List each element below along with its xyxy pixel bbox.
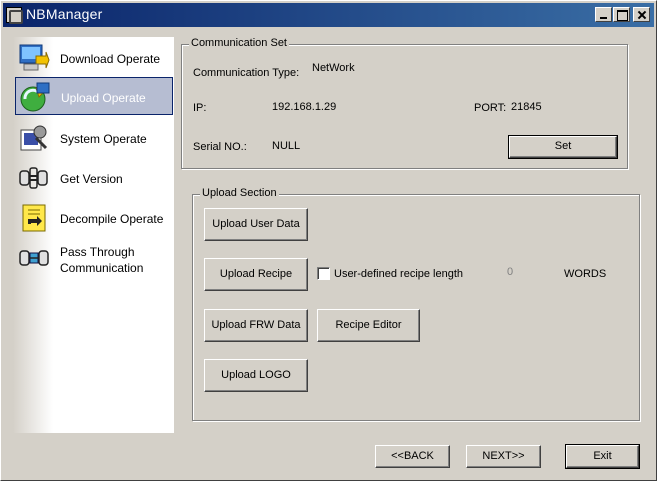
- ip-label: IP:: [193, 102, 207, 114]
- recipe-editor-button[interactable]: Recipe Editor: [317, 309, 420, 342]
- sidebar-item-label: Get Version: [60, 172, 123, 186]
- sidebar-item-download-operate[interactable]: Download Operate: [15, 39, 173, 77]
- communication-set-group: Communication Set Communication Type: Ne…: [181, 37, 628, 169]
- sidebar-item-label: System Operate: [60, 132, 147, 146]
- sidebar-item-pass-through[interactable]: Pass Through Communication: [15, 239, 173, 279]
- user-defined-recipe-length-checkbox[interactable]: [317, 267, 330, 280]
- group-legend: Communication Set: [189, 37, 289, 49]
- upload-recipe-button[interactable]: Upload Recipe: [204, 258, 308, 291]
- serial-no-field[interactable]: NULL: [268, 138, 466, 159]
- upload-user-data-button[interactable]: Upload User Data: [204, 208, 308, 241]
- decompile-icon: [22, 204, 46, 232]
- upload-frw-data-button[interactable]: Upload FRW Data: [204, 309, 308, 342]
- ip-field[interactable]: 192.168.1.29: [268, 99, 466, 120]
- upload-section-group: Upload Section Upload User Data Upload R…: [192, 187, 640, 421]
- sidebar-item-decompile-operate[interactable]: Decompile Operate: [15, 199, 173, 237]
- set-button[interactable]: Set: [508, 135, 618, 159]
- group-legend: Upload Section: [200, 187, 279, 199]
- sidebar-item-system-operate[interactable]: System Operate: [15, 119, 173, 157]
- version-icon: [19, 167, 48, 189]
- serial-no-label: Serial NO.:: [193, 141, 247, 153]
- next-button[interactable]: NEXT>>: [466, 445, 541, 468]
- communication-type-label: Communication Type:: [193, 67, 300, 79]
- sidebar-item-label: Pass Through Communication: [60, 245, 144, 275]
- main-window: NBManager Download Operate Upload Operat…: [0, 0, 657, 481]
- communication-type-field[interactable]: NetWork: [308, 60, 618, 81]
- title-bar[interactable]: NBManager: [3, 3, 654, 27]
- close-button[interactable]: [633, 7, 650, 22]
- system-icon: [20, 125, 48, 151]
- recipe-length-field[interactable]: 0: [503, 264, 559, 284]
- app-icon: [6, 7, 23, 24]
- upload-logo-button[interactable]: Upload LOGO: [204, 359, 308, 392]
- sidebar-item-label: Decompile Operate: [60, 212, 164, 226]
- port-field[interactable]: 21845: [507, 99, 618, 120]
- recipe-length-unit: WORDS: [564, 268, 607, 280]
- sidebar-item-label: Download Operate: [60, 52, 161, 66]
- maximize-button[interactable]: [613, 7, 630, 22]
- window-title: NBManager: [26, 6, 103, 22]
- user-defined-recipe-length-label: User-defined recipe length: [334, 268, 464, 280]
- pass-through-icon: [19, 250, 49, 266]
- download-icon: [19, 44, 50, 71]
- back-button[interactable]: <<BACK: [375, 445, 450, 468]
- port-label: PORT:: [474, 102, 507, 114]
- sidebar-item-get-version[interactable]: Get Version: [15, 159, 173, 197]
- exit-button[interactable]: Exit: [565, 444, 640, 469]
- sidebar-item-upload-operate[interactable]: Upload Operate: [15, 77, 173, 115]
- sidebar-item-label: Upload Operate: [61, 91, 146, 105]
- minimize-button[interactable]: [595, 7, 612, 22]
- sidebar: Download Operate Upload Operate System O…: [13, 37, 174, 433]
- upload-icon: [20, 82, 50, 112]
